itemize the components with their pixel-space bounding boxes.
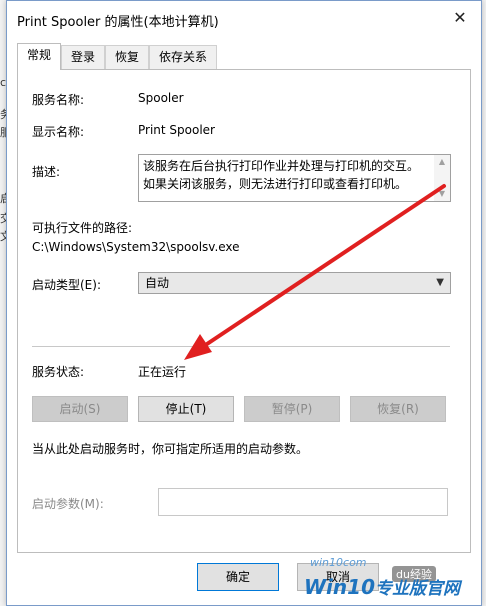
description-label: 描述:: [32, 165, 61, 179]
watermark-site: win10com: [310, 556, 367, 569]
watermark-logo: Win10专业版官网: [304, 575, 460, 599]
description-text: 该服务在后台执行打印作业并处理与打印机的交互。如果关闭该服务，则无法进行打印或查…: [143, 159, 420, 191]
tab-general[interactable]: 常规: [17, 43, 62, 70]
startup-params-input[interactable]: [158, 488, 448, 516]
executable-path-label: 可执行文件的路径:: [32, 221, 133, 235]
tab-recovery[interactable]: 恢复: [105, 45, 150, 69]
tab-dependencies[interactable]: 依存关系: [149, 45, 218, 69]
resume-button[interactable]: 恢复(R): [350, 396, 446, 422]
chevron-down-icon: ▼: [436, 277, 444, 288]
service-name-label: 服务名称:: [32, 93, 85, 107]
scroll-up-icon[interactable]: ▲: [434, 155, 450, 169]
startup-params-label: 启动参数(M):: [32, 497, 104, 511]
watermark: win10com du经验 Win10专业版官网: [300, 556, 482, 604]
service-properties-dialog: Print Spooler 的属性(本地计算机) ✕ 常规 登录 恢复 依存关系…: [6, 0, 482, 606]
general-tab-panel: 服务名称: Spooler 显示名称: Print Spooler 描述: 该服…: [17, 69, 471, 553]
tab-logon[interactable]: 登录: [61, 45, 106, 69]
tab-strip: 常规 登录 恢复 依存关系: [17, 43, 218, 70]
scroll-down-icon[interactable]: ▼: [434, 187, 450, 201]
service-status-label: 服务状态:: [32, 365, 85, 379]
executable-path-value: C:\Windows\System32\spoolsv.exe: [32, 240, 240, 254]
description-scrollbar[interactable]: ▲ ▼: [434, 155, 450, 201]
display-name-value: Print Spooler: [138, 123, 215, 137]
startup-type-select[interactable]: 自动 ▼: [138, 272, 451, 294]
display-name-label: 显示名称:: [32, 125, 85, 139]
start-button[interactable]: 启动(S): [32, 396, 128, 422]
startup-params-hint: 当从此处启动服务时，你可指定所适用的启动参数。: [32, 442, 309, 456]
service-name-value: Spooler: [138, 91, 184, 105]
service-status-value: 正在运行: [138, 365, 187, 379]
stop-button[interactable]: 停止(T): [138, 396, 234, 422]
description-textbox[interactable]: 该服务在后台执行打印作业并处理与打印机的交互。如果关闭该服务，则无法进行打印或查…: [138, 154, 451, 202]
section-divider: [32, 346, 450, 347]
ok-button[interactable]: 确定: [197, 563, 279, 591]
startup-type-value: 自动: [145, 276, 170, 290]
startup-type-label: 启动类型(E):: [32, 278, 101, 292]
window-title: Print Spooler 的属性(本地计算机): [17, 15, 219, 30]
title-bar: Print Spooler 的属性(本地计算机) ✕: [7, 1, 481, 35]
pause-button[interactable]: 暂停(P): [244, 396, 340, 422]
close-icon[interactable]: ✕: [445, 5, 475, 31]
